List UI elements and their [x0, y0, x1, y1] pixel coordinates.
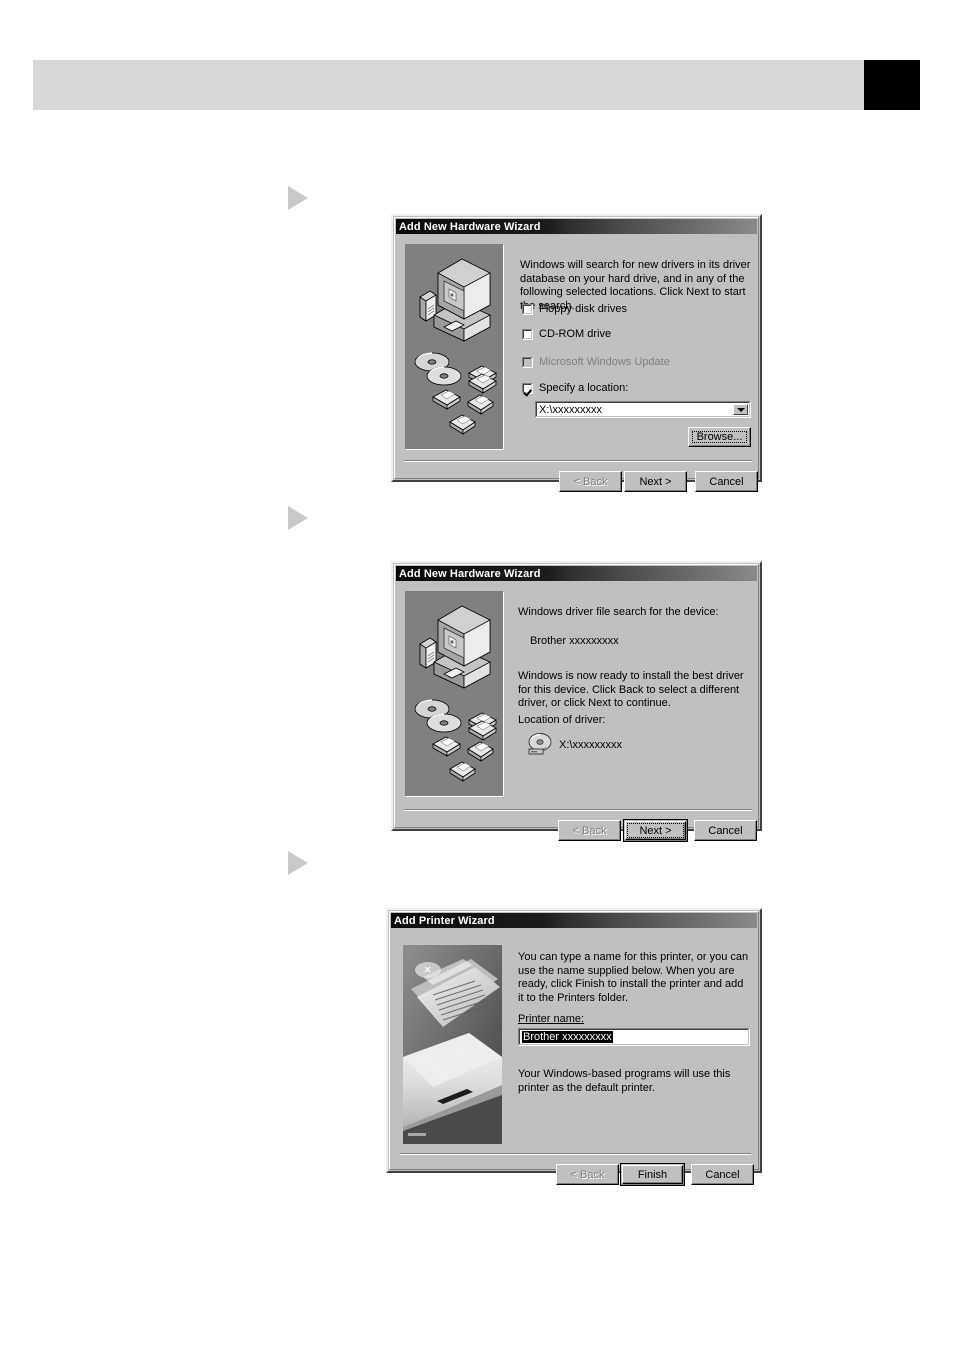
- checkbox-label: Specify a location:: [539, 382, 629, 394]
- computer-disks-svg: [406, 592, 503, 796]
- cancel-button[interactable]: Cancel: [694, 820, 757, 841]
- browse-button-label: Browse...: [696, 431, 743, 443]
- checkbox-box[interactable]: [522, 328, 533, 340]
- step-arrow-2: [288, 506, 308, 530]
- cancel-button-label: Cancel: [709, 475, 744, 488]
- back-button-label: < Back: [572, 824, 607, 837]
- titlebar[interactable]: Add New Hardware Wizard: [396, 566, 757, 581]
- device-name: Brother xxxxxxxxx: [530, 635, 619, 647]
- cancel-button[interactable]: Cancel: [691, 1164, 754, 1185]
- dialog-add-new-hardware-wizard-ready[interactable]: Add New Hardware Wizard Windows driver f…: [391, 561, 762, 842]
- computer-with-disks-illustration: [405, 244, 504, 450]
- browse-button[interactable]: Browse...: [688, 427, 751, 447]
- computer-disks-svg: [406, 245, 503, 449]
- titlebar[interactable]: Add New Hardware Wizard: [396, 219, 757, 234]
- next-button[interactable]: Next >: [623, 819, 688, 842]
- checkbox-cd-rom-drive[interactable]: CD-ROM drive: [522, 328, 611, 340]
- dialog-add-new-hardware-wizard-search[interactable]: Add New Hardware Wizard Windows will sea…: [391, 214, 762, 492]
- printer-photo-svg: [403, 945, 502, 1144]
- checkbox-label: Floppy disk drives: [539, 303, 628, 315]
- cd-drive-svg: [528, 733, 552, 755]
- next-button-label: Next >: [639, 475, 672, 488]
- checkbox-microsoft-windows-update: Microsoft Windows Update: [522, 356, 670, 368]
- checkbox-box[interactable]: [522, 303, 533, 315]
- cancel-button-label: Cancel: [705, 1168, 740, 1181]
- step-arrow-1: [288, 186, 308, 210]
- titlebar[interactable]: Add Printer Wizard: [391, 913, 757, 928]
- back-button-label: < Back: [573, 475, 608, 488]
- step-arrow-3: [288, 851, 308, 875]
- driver-search-label: Windows driver file search for the devic…: [518, 606, 719, 618]
- cd-drive-icon: [526, 732, 554, 761]
- driver-location-value: X:\xxxxxxxxx: [559, 739, 622, 751]
- back-button[interactable]: < Back: [559, 471, 622, 492]
- intro-text: You can type a name for this printer, or…: [518, 951, 749, 1004]
- dialog-body: You can type a name for this printer, or…: [391, 929, 757, 1186]
- finish-button[interactable]: Finish: [620, 1163, 685, 1186]
- checkbox-floppy-disk-drives[interactable]: Floppy disk drives: [522, 303, 627, 315]
- cancel-button[interactable]: Cancel: [695, 471, 758, 492]
- next-button-label: Next >: [639, 824, 672, 837]
- dialog-body: Windows will search for new drivers in i…: [396, 235, 758, 492]
- titlebar-title: Add Printer Wizard: [394, 914, 495, 927]
- printer-name-value: Brother xxxxxxxxx: [522, 1031, 613, 1043]
- checkbox-box[interactable]: [522, 382, 533, 394]
- cancel-button-label: Cancel: [708, 824, 743, 837]
- back-button-label: < Back: [570, 1168, 605, 1181]
- next-button[interactable]: Next >: [624, 471, 687, 492]
- location-value: X:\xxxxxxxxx: [539, 403, 602, 416]
- location-of-driver-label: Location of driver:: [518, 714, 606, 726]
- default-printer-note: Your Windows-based programs will use thi…: [518, 1068, 731, 1094]
- dialog-body: Windows driver file search for the devic…: [396, 582, 757, 842]
- back-button[interactable]: < Back: [556, 1164, 619, 1185]
- titlebar-title: Add New Hardware Wizard: [399, 567, 541, 580]
- dialog-add-printer-wizard[interactable]: Add Printer Wizard You can type a name f…: [386, 908, 762, 1186]
- ready-text: Windows is now ready to install the best…: [518, 670, 744, 709]
- footer-separator: [404, 460, 752, 462]
- printer-name-input[interactable]: Brother xxxxxxxxx: [518, 1028, 750, 1046]
- titlebar-title: Add New Hardware Wizard: [399, 220, 541, 233]
- computer-with-disks-illustration: [405, 591, 504, 797]
- checkbox-specify-a-location[interactable]: Specify a location:: [522, 382, 628, 394]
- printer-name-label: Printer name:: [518, 1013, 585, 1025]
- footer-separator: [400, 1153, 751, 1155]
- checkbox-label: CD-ROM drive: [539, 328, 612, 340]
- checkbox-label: Microsoft Windows Update: [539, 356, 670, 368]
- back-button[interactable]: < Back: [558, 820, 621, 841]
- page-number: [864, 60, 920, 110]
- location-combobox[interactable]: X:\xxxxxxxxx: [535, 401, 751, 418]
- finish-button-label: Finish: [637, 1168, 668, 1181]
- chevron-down-icon[interactable]: [733, 404, 748, 415]
- printer-photo: [403, 945, 502, 1144]
- page-header-band: [33, 60, 920, 110]
- checkbox-box: [522, 356, 533, 368]
- footer-separator: [404, 809, 752, 811]
